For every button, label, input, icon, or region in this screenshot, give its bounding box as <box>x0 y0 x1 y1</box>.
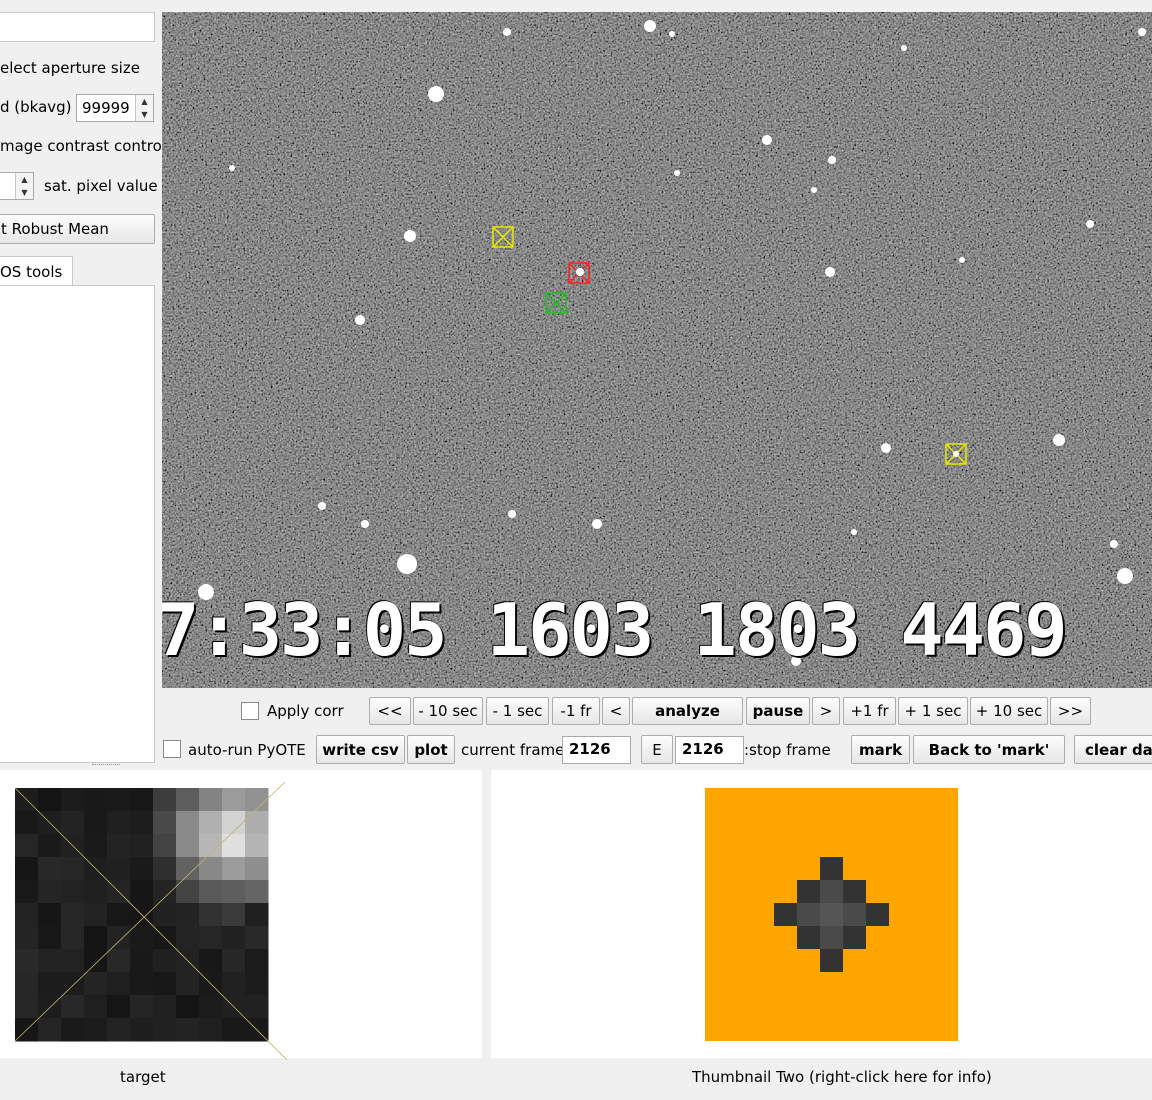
minus-10-sec-button[interactable]: - 10 sec <box>413 697 483 725</box>
apply-corr-label: Apply corr <box>267 702 344 720</box>
plot-button[interactable]: plot <box>407 735 455 764</box>
video-frame[interactable]: 7:33:05 1603 1803 4469 <box>162 12 1152 688</box>
spin-down-icon[interactable]: ▼ <box>141 110 147 119</box>
apply-corr-checkbox[interactable] <box>241 702 259 720</box>
minus-1-fr-button[interactable]: -1 fr <box>552 697 600 725</box>
stop-frame-field[interactable]: 2126 <box>675 736 744 764</box>
step-forward-button[interactable]: > <box>812 697 840 725</box>
left-panel: elect aperture size d (bkavg) 99999 ▲ ▼ … <box>0 0 166 766</box>
spin-down-icon[interactable]: ▼ <box>21 188 27 197</box>
current-frame-field[interactable]: 2126 <box>562 736 631 764</box>
auto-run-pyote-checkbox[interactable] <box>163 740 181 758</box>
thumbnail-two-image <box>705 788 958 1041</box>
plus-1-sec-button[interactable]: + 1 sec <box>898 697 968 725</box>
thumbnail-two-caption: Thumbnail Two (right-click here for info… <box>692 1068 992 1086</box>
tab-os-tools[interactable]: OS tools <box>0 256 73 286</box>
spin-up-icon[interactable]: ▲ <box>141 97 147 106</box>
analyze-button[interactable]: analyze <box>632 697 743 725</box>
thumbnail-two-panel[interactable] <box>491 770 1152 1058</box>
sat-spinbox[interactable]: ▲ ▼ <box>0 172 34 200</box>
bkavg-spinbox[interactable]: 99999 ▲ ▼ <box>76 94 154 122</box>
minus-1-sec-button[interactable]: - 1 sec <box>486 697 549 725</box>
target-caption: target <box>120 1068 166 1086</box>
write-csv-button[interactable]: write csv <box>316 735 405 764</box>
bkavg-spin-arrows[interactable]: ▲ ▼ <box>135 95 153 121</box>
video-noise <box>162 12 1152 688</box>
sat-pixel-label: sat. pixel value <box>44 177 158 195</box>
thumbnail-target-panel[interactable] <box>0 770 482 1060</box>
back-to-mark-button[interactable]: Back to 'mark' <box>913 735 1065 764</box>
sat-spin-arrows[interactable]: ▲ ▼ <box>15 173 33 199</box>
stop-frame-label: :stop frame <box>744 741 831 759</box>
e-button[interactable]: E <box>641 735 673 764</box>
plus-10-sec-button[interactable]: + 10 sec <box>970 697 1048 725</box>
contrast-label: mage contrast control <box>0 137 166 155</box>
spin-up-icon[interactable]: ▲ <box>21 175 27 184</box>
mark-button[interactable]: mark <box>851 735 910 764</box>
current-frame-label: current frame: <box>461 741 570 759</box>
auto-run-pyote-label: auto-run PyOTE <box>188 741 306 759</box>
timestamp-overlay: 7:33:05 1603 1803 4469 <box>162 588 1068 672</box>
top-input[interactable] <box>0 12 155 42</box>
step-back-button[interactable]: < <box>602 697 630 725</box>
robust-mean-button[interactable]: t Robust Mean <box>0 214 155 244</box>
aperture-size-label: elect aperture size <box>0 59 140 77</box>
bkavg-label: d (bkavg) <box>0 98 72 116</box>
tab-label: OS tools <box>0 263 63 281</box>
rewind-start-button[interactable]: << <box>369 697 411 725</box>
tab-content <box>0 285 155 763</box>
splitter-handle[interactable] <box>92 764 120 768</box>
forward-end-button[interactable]: >> <box>1050 697 1091 725</box>
pause-button[interactable]: pause <box>746 697 810 725</box>
bkavg-value: 99999 <box>82 99 130 117</box>
target-thumbnail-image <box>14 781 288 1060</box>
clear-data-button[interactable]: clear dat <box>1074 735 1152 764</box>
plus-1-fr-button[interactable]: +1 fr <box>843 697 896 725</box>
